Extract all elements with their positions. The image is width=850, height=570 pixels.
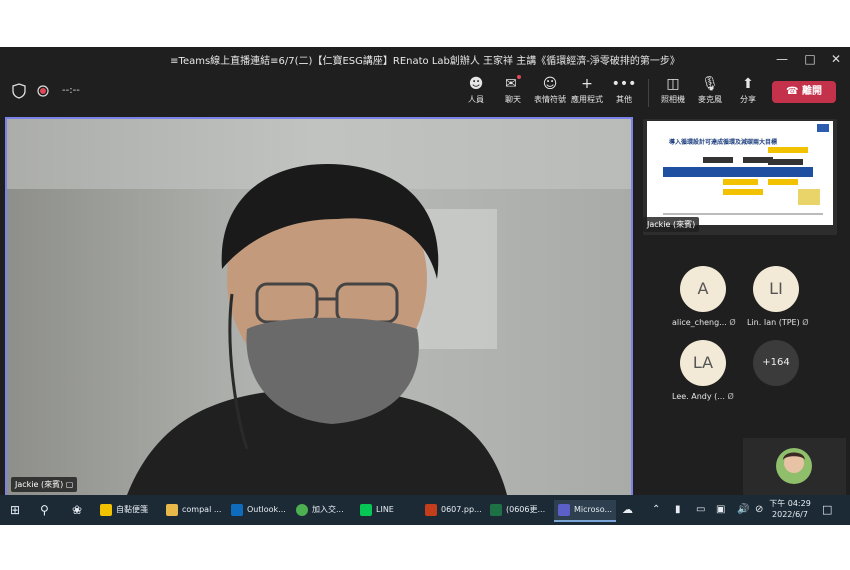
taskbar-item-powerpoint[interactable]: 0607.pp...: [425, 500, 482, 520]
taskbar-item-outlook[interactable]: Outlook...: [231, 500, 286, 520]
mic-off-icon: 🎙: [701, 76, 719, 92]
network-icon[interactable]: ▮: [675, 500, 681, 520]
people-icon: ☻: [468, 76, 484, 92]
apps-button[interactable]: + 應用程式: [567, 75, 607, 105]
toolbar-divider: [648, 79, 649, 107]
people-button[interactable]: ☻ 人員: [456, 75, 496, 105]
screen-share-icon: ▢: [65, 480, 74, 489]
display-icon[interactable]: ▣: [716, 500, 725, 520]
reactions-button[interactable]: ☺ 表情符號: [530, 75, 570, 105]
mic-button[interactable]: 🎙 麥克風: [690, 75, 730, 105]
slide-title: 導入循環設計可達成循環及減碳兩大目標: [669, 139, 778, 146]
leave-button[interactable]: ☎ 離開: [772, 81, 836, 103]
battery-icon[interactable]: ▭: [696, 500, 705, 520]
participant-name: Lee. Andy (... Ø: [672, 392, 734, 401]
mic-off-icon: Ø: [802, 318, 809, 327]
mic-off-icon: Ø: [729, 318, 736, 327]
record-icon: [37, 85, 49, 97]
action-center-icon[interactable]: □: [822, 500, 832, 520]
plus-icon: +: [581, 76, 593, 92]
camera-off-icon: ◫: [666, 76, 680, 92]
shared-content-tile[interactable]: 導入循環設計可達成循環及減碳兩大目標 Jackie (來賓): [643, 119, 837, 235]
taskbar-item-line[interactable]: LINE: [360, 500, 394, 520]
meeting-toolbar: --:-- ☻ 人員 ✉ 聊天 ☺ 表情符號 + 應用程式 ••• 其他 ◫ 照…: [0, 71, 850, 115]
close-icon[interactable]: ✕: [826, 50, 846, 68]
more-dots-icon: •••: [611, 76, 637, 92]
system-clock[interactable]: 下午 04:29 2022/6/7: [768, 498, 812, 520]
chat-icon: ✉: [493, 75, 533, 93]
minimize-icon[interactable]: —: [772, 50, 792, 68]
folder-icon: [166, 503, 178, 516]
title-bar: ≡Teams線上直播連結≡6/7(二)【仁寶ESG講座】REnato Lab創辦…: [0, 47, 850, 71]
meeting-timer: --:--: [62, 85, 80, 96]
speaker-nameplate: Jackie (來賓) ▢: [11, 477, 78, 492]
window-title: ≡Teams線上直播連結≡6/7(二)【仁寶ESG講座】REnato Lab創辦…: [170, 56, 680, 67]
app-icon[interactable]: ❀: [72, 500, 82, 520]
self-view-avatar: [776, 448, 812, 484]
more-participants-button[interactable]: +164: [753, 340, 799, 386]
mic-off-icon: Ø: [727, 392, 734, 401]
participant-name: Lin. Ian (TPE) Ø: [747, 318, 809, 327]
taskbar-item-excel[interactable]: (0606更...: [490, 500, 545, 520]
taskbar-item-file-explorer[interactable]: compal ...: [166, 500, 221, 520]
windows-start-icon[interactable]: ⊞: [10, 500, 20, 520]
teams-icon: [558, 503, 570, 516]
cloud-icon[interactable]: ☁: [622, 500, 633, 520]
line-icon: [360, 503, 372, 516]
taskbar-item-chrome[interactable]: 加入交...: [296, 500, 344, 520]
participant-name: alice_cheng... Ø: [672, 318, 736, 327]
shared-presenter-nameplate: Jackie (來賓): [643, 217, 700, 232]
outlook-icon: [231, 503, 243, 516]
powerpoint-icon: [425, 503, 437, 516]
phone-hangup-icon: ☎: [786, 86, 799, 97]
avatar[interactable]: A: [680, 266, 726, 312]
sticky-notes-icon: [100, 503, 112, 516]
chrome-icon: [296, 503, 308, 516]
speaker-video: [7, 119, 631, 495]
shield-icon[interactable]: [12, 83, 26, 99]
volume-icon[interactable]: 🔊: [737, 500, 749, 520]
taskbar-item-teams[interactable]: Microso...: [554, 500, 617, 522]
share-icon: ⬆: [742, 76, 754, 92]
taskbar-item-sticky-notes[interactable]: 自黏便箋: [100, 500, 148, 520]
chat-button[interactable]: ✉ 聊天: [493, 75, 533, 105]
notification-off-icon[interactable]: ⊘: [755, 500, 763, 520]
avatar[interactable]: LI: [753, 266, 799, 312]
taskbar: ⊞ ⚲ ❀ 自黏便箋 compal ... Outlook... 加入交... …: [0, 495, 850, 525]
avatar[interactable]: LA: [680, 340, 726, 386]
excel-icon: [490, 503, 502, 516]
self-view-video[interactable]: [743, 438, 846, 495]
search-icon[interactable]: ⚲: [40, 500, 49, 520]
more-button[interactable]: ••• 其他: [604, 75, 644, 105]
maximize-icon[interactable]: □: [800, 50, 820, 68]
chevron-up-icon[interactable]: ⌃: [652, 500, 660, 520]
smiley-icon: ☺: [542, 76, 558, 92]
main-video-stage: Jackie (來賓) ▢: [5, 117, 633, 497]
camera-button[interactable]: ◫ 照相機: [653, 75, 693, 105]
teams-window: ≡Teams線上直播連結≡6/7(二)【仁寶ESG講座】REnato Lab創辦…: [0, 47, 850, 525]
share-button[interactable]: ⬆ 分享: [728, 75, 768, 105]
